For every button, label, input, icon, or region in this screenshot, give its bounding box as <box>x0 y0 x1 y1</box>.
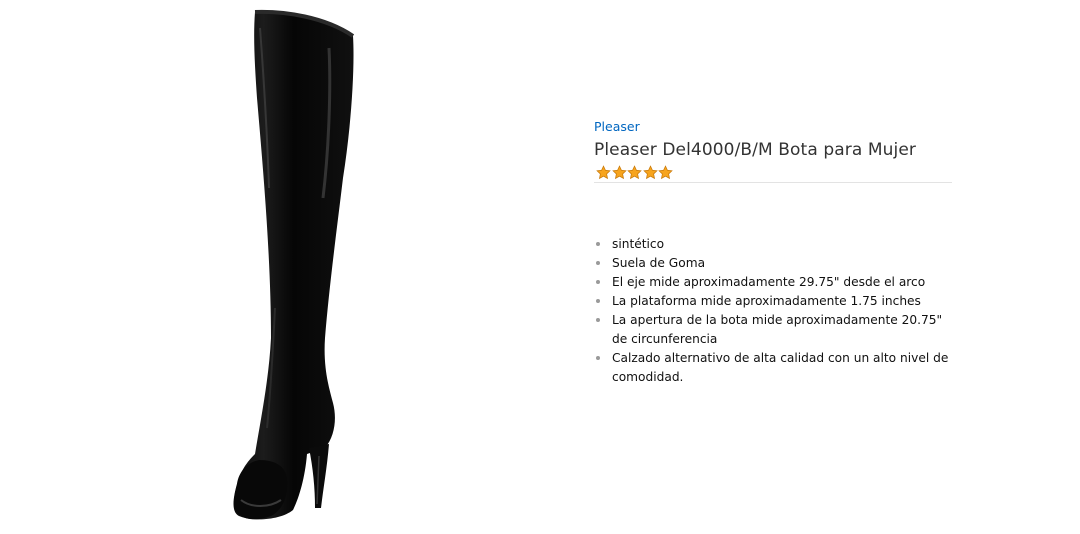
feature-text: La plataforma mide aproximadamente 1.75 … <box>612 294 921 308</box>
feature-bullet: La plataforma mide aproximadamente 1.75 … <box>594 292 954 311</box>
bullet-dot-icon <box>596 242 600 246</box>
star-rating[interactable] <box>594 163 952 181</box>
feature-text: Suela de Goma <box>612 256 706 270</box>
star-icon <box>627 164 642 179</box>
bullet-dot-icon <box>596 299 600 303</box>
star-icon <box>596 164 611 179</box>
feature-bullet: Suela de Goma <box>594 254 954 273</box>
feature-bullet: El eje mide aproximadamente 29.75" desde… <box>594 273 954 292</box>
product-title: Pleaser Del4000/B/M Bota para Mujer <box>594 140 916 160</box>
boot-icon <box>233 9 355 520</box>
product-info: Pleaser Pleaser Del4000/B/M Bota para Mu… <box>594 116 952 183</box>
bullet-dot-icon <box>596 261 600 265</box>
bullet-dot-icon <box>596 318 600 322</box>
bullet-dot-icon <box>596 280 600 284</box>
feature-text: El eje mide aproximadamente 29.75" desde… <box>612 275 926 289</box>
feature-text: Calzado alternativo de alta calidad con … <box>612 351 949 384</box>
bullet-dot-icon <box>596 356 600 360</box>
feature-bullet: La apertura de la bota mide aproximadame… <box>594 311 954 349</box>
product-image[interactable] <box>225 8 365 524</box>
star-icon <box>611 164 627 179</box>
feature-bullets: sintético Suela de Goma El eje mide apro… <box>594 235 954 387</box>
feature-text: La apertura de la bota mide aproximadame… <box>612 313 943 346</box>
feature-text: sintético <box>612 237 665 251</box>
brand-link[interactable]: Pleaser <box>594 119 640 135</box>
divider <box>594 182 952 183</box>
feature-bullet: sintético <box>594 235 954 254</box>
star-icon <box>658 164 673 179</box>
feature-bullet: Calzado alternativo de alta calidad con … <box>594 349 954 387</box>
star-icon <box>642 164 658 179</box>
